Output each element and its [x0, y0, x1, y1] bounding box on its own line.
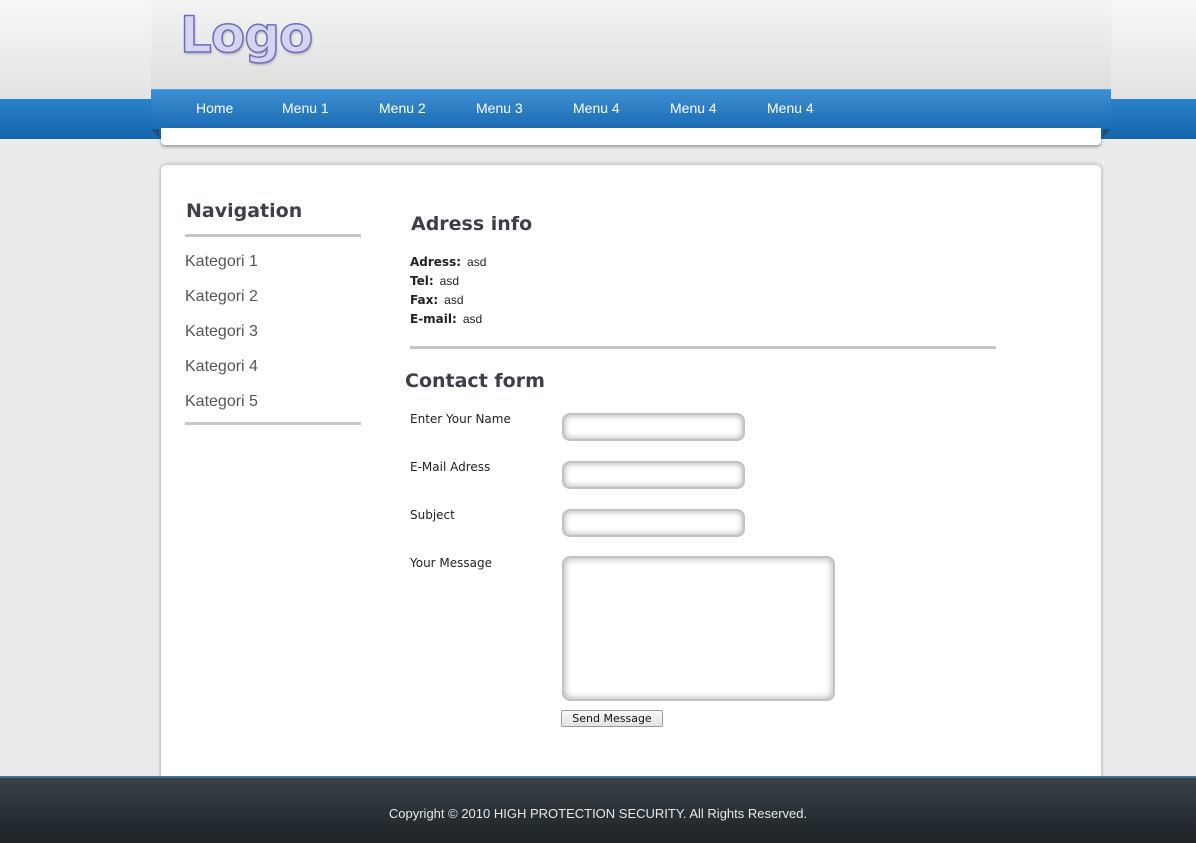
section-divider — [410, 346, 996, 349]
site-logo[interactable]: Logo — [179, 0, 314, 70]
menu-fold-right — [1103, 129, 1111, 137]
message-textarea[interactable] — [562, 556, 835, 701]
sidebar-item-kategori-2[interactable]: Kategori 2 — [185, 288, 258, 306]
fax-label: Fax: — [410, 293, 439, 307]
menu-item-1[interactable]: Menu 1 — [282, 90, 329, 128]
sidebar-item-kategori-5[interactable]: Kategori 5 — [185, 393, 258, 411]
email-label: E-mail: — [410, 312, 457, 326]
menu-fold-left — [151, 129, 159, 137]
sidebar-item-kategori-1[interactable]: Kategori 1 — [185, 253, 258, 271]
sidebar-divider-bottom — [185, 422, 361, 425]
tel-row: Tel: asd — [410, 274, 459, 288]
menu-item-3[interactable]: Menu 3 — [476, 90, 523, 128]
contact-form-title: Contact form — [405, 370, 545, 392]
menu-item-4[interactable]: Menu 4 — [573, 90, 620, 128]
tel-label: Tel: — [410, 274, 434, 288]
main-menu: Home Menu 1 Menu 2 Menu 3 Menu 4 Menu 4 … — [151, 89, 1111, 129]
name-input[interactable] — [562, 413, 745, 441]
fax-row: Fax: asd — [410, 293, 464, 307]
name-label: Enter Your Name — [410, 412, 511, 426]
fax-value: asd — [444, 293, 464, 307]
address-value: asd — [467, 255, 487, 269]
sidebar-title: Navigation — [186, 200, 303, 222]
footer-copyright: Copyright © 2010 HIGH PROTECTION SECURIT… — [388, 806, 808, 821]
menu-item-6[interactable]: Menu 4 — [767, 90, 814, 128]
subject-label: Subject — [410, 508, 455, 522]
email-row: E-mail: asd — [410, 312, 482, 326]
header-strip — [161, 128, 1101, 145]
send-message-button[interactable]: Send Message — [561, 710, 663, 727]
subject-input[interactable] — [562, 509, 745, 537]
email-input[interactable] — [562, 461, 745, 489]
email-field-label: E-Mail Adress — [410, 460, 491, 474]
sidebar-divider-top — [185, 234, 361, 237]
menu-item-2[interactable]: Menu 2 — [379, 90, 426, 128]
sidebar-item-kategori-4[interactable]: Kategori 4 — [185, 358, 258, 376]
address-row: Adress: asd — [410, 255, 486, 269]
sidebar-item-kategori-3[interactable]: Kategori 3 — [185, 323, 258, 341]
address-label: Adress: — [410, 255, 462, 269]
tel-value: asd — [439, 274, 460, 288]
message-label: Your Message — [410, 556, 493, 570]
email-value: asd — [462, 312, 483, 326]
menu-item-5[interactable]: Menu 4 — [670, 90, 717, 128]
address-info-title: Adress info — [411, 213, 533, 235]
menu-home[interactable]: Home — [196, 90, 233, 128]
